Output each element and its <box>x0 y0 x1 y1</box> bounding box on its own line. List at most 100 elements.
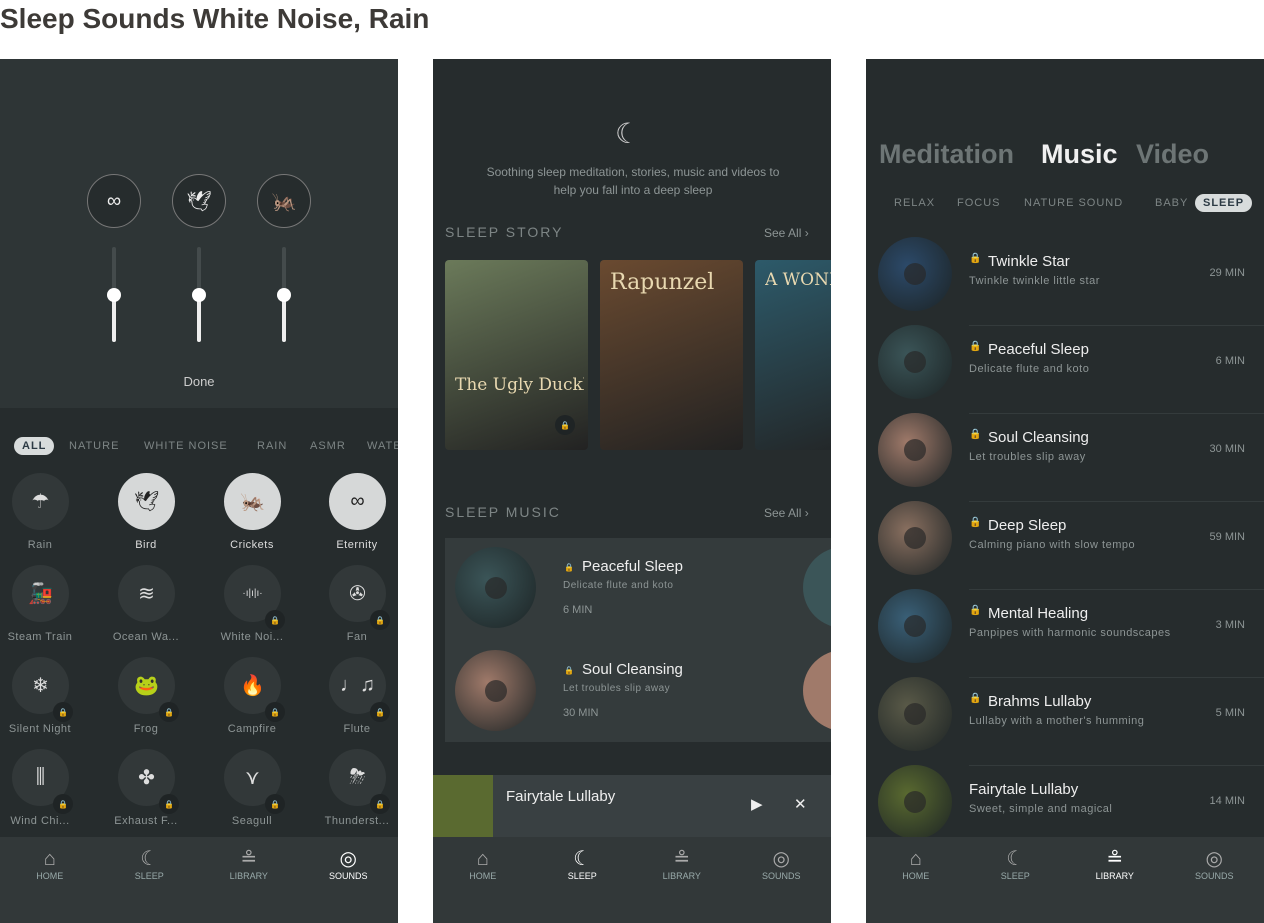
track-title: Twinkle Star <box>988 253 1070 270</box>
nav-sounds[interactable]: ◎ SOUNDS <box>1165 837 1264 923</box>
chip-baby[interactable]: BABY <box>1155 197 1188 209</box>
track-row[interactable]: 🔒 Soul Cleansing Let troubles slip away 30 … <box>866 413 1264 501</box>
track-subtitle: Let troubles slip away <box>563 683 671 694</box>
track-title[interactable]: Peaceful Sleep <box>582 558 683 575</box>
lock-icon: 🔒 <box>969 341 982 352</box>
lock-icon: 🔒 <box>370 610 390 630</box>
chip-white-noise[interactable]: WHITE NOISE <box>144 440 228 452</box>
book-title: A WONDERFUL VOY <box>765 270 831 290</box>
chip-relax[interactable]: RELAX <box>894 197 935 209</box>
track-subtitle: Lullaby with a mother's humming <box>969 715 1145 727</box>
chip-all[interactable]: ALL <box>14 437 55 455</box>
volume-fill <box>282 294 286 342</box>
track-title[interactable]: Soul Cleansing <box>582 661 683 678</box>
chip-asmr[interactable]: ASMR <box>310 440 346 452</box>
nav-sounds[interactable]: ◎ SOUNDS <box>299 837 399 923</box>
nav-library[interactable]: ≗ LIBRARY <box>199 837 299 923</box>
chip-nature-sound[interactable]: NATURE SOUND <box>1024 197 1123 209</box>
nav-sleep[interactable]: ☾ SLEEP <box>966 837 1066 923</box>
nav-label: LIBRARY <box>662 871 701 881</box>
nav-sounds[interactable]: ◎ SOUNDS <box>732 837 832 923</box>
book-title: Rapunzel <box>610 270 715 295</box>
play-button[interactable]: ▶ <box>751 795 763 813</box>
mini-player[interactable]: Fairytale Lullaby ▶ ✕ <box>433 775 831 837</box>
track-subtitle: Panpipes with harmonic soundscapes <box>969 627 1171 639</box>
sleep-music-heading: SLEEP MUSIC <box>445 504 561 520</box>
intro-text: Soothing sleep meditation, stories, musi… <box>486 165 780 197</box>
nav-home[interactable]: ⌂ HOME <box>433 837 533 923</box>
mixer-infinity-icon[interactable]: ∞ <box>87 174 141 228</box>
track-duration: 30 MIN <box>563 707 599 719</box>
nav-home[interactable]: ⌂ HOME <box>866 837 966 923</box>
lock-icon: 🔒 <box>53 702 73 722</box>
sound-train-icon[interactable]: 🚂 <box>12 565 69 622</box>
track-subtitle: Delicate flute and koto <box>563 580 674 591</box>
track-row[interactable]: 🔒 Mental Healing Panpipes with harmonic so… <box>866 589 1264 677</box>
sound-label: Seagull <box>231 815 273 827</box>
sound-bird-icon[interactable]: 🕊 <box>118 473 175 530</box>
now-playing-thumbnail <box>433 775 493 837</box>
divider <box>969 589 1264 590</box>
lock-icon: 🔒 <box>53 794 73 814</box>
story-book[interactable]: Rapunzel <box>600 260 743 450</box>
sounds-screen: ∞ 🕊 🦗 Done ALL NATURE WHITE NOISE RAIN ASMR WAT… <box>0 59 398 923</box>
nav-home[interactable]: ⌂ HOME <box>0 837 100 923</box>
nav-label: HOME <box>902 871 930 881</box>
nav-library[interactable]: ≗ LIBRARY <box>1065 837 1165 923</box>
page-title: Sleep Sounds White Noise, Rain <box>0 3 430 34</box>
nav-label: SLEEP <box>1000 871 1030 881</box>
mixer-bird-icon[interactable]: 🕊 <box>172 174 226 228</box>
done-button[interactable]: Done <box>0 374 398 389</box>
chip-rain[interactable]: RAIN <box>257 440 287 452</box>
sound-cricket-icon[interactable]: 🦗 <box>224 473 281 530</box>
lock-icon: 🔒 <box>370 702 390 722</box>
chip-nature[interactable]: NATURE <box>69 440 119 452</box>
nav-sleep[interactable]: ☾ SLEEP <box>533 837 633 923</box>
divider <box>969 765 1264 766</box>
book-title: The Ugly Duckling <box>455 375 584 395</box>
tab-music[interactable]: Music <box>1041 139 1118 170</box>
bottom-nav: ⌂ HOME ☾ SLEEP ≗ LIBRARY ◎ SOUNDS <box>433 837 831 923</box>
chip-focus[interactable]: FOCUS <box>957 197 1001 209</box>
track-duration: 3 MIN <box>1215 619 1245 631</box>
track-artwork[interactable] <box>455 650 536 731</box>
nav-sleep[interactable]: ☾ SLEEP <box>100 837 200 923</box>
tab-video[interactable]: Video <box>1136 139 1209 170</box>
track-duration: 29 MIN <box>1209 267 1245 279</box>
story-book[interactable]: A WONDERFUL VOY <box>755 260 831 450</box>
track-row[interactable]: 🔒 Deep Sleep Calming piano with slow tempo… <box>866 501 1264 589</box>
sound-label: Rain <box>27 539 53 551</box>
mixer-cricket-icon[interactable]: 🦗 <box>257 174 311 228</box>
sleep-screen: ☾ Soothing sleep meditation, stories, mu… <box>433 59 831 923</box>
lock-icon: 🔒 <box>969 517 982 528</box>
track-row[interactable]: 🔒 Peaceful Sleep Delicate flute and koto 6 … <box>866 325 1264 413</box>
close-button[interactable]: ✕ <box>794 795 807 813</box>
lock-icon: 🔒 <box>564 562 574 572</box>
volume-knob[interactable] <box>107 287 121 302</box>
sound-wave-icon[interactable]: ≋ <box>118 565 175 622</box>
story-book[interactable]: The Ugly Duckling 🔒 <box>445 260 588 450</box>
sound-label: Wind Chi... <box>10 815 70 827</box>
volume-knob[interactable] <box>192 287 206 302</box>
chip-wate[interactable]: WATE <box>367 440 398 452</box>
lock-icon: 🔒 <box>969 605 982 616</box>
volume-knob[interactable] <box>277 287 291 302</box>
nav-library[interactable]: ≗ LIBRARY <box>632 837 732 923</box>
track-artwork <box>878 325 952 399</box>
home-icon: ⌂ <box>43 848 56 870</box>
nav-label: SOUNDS <box>761 871 801 881</box>
track-artwork[interactable] <box>455 547 536 628</box>
track-duration: 6 MIN <box>563 604 593 616</box>
volume-fill <box>197 294 201 342</box>
sound-label: Fan <box>346 631 368 643</box>
track-title: Soul Cleansing <box>988 429 1089 446</box>
track-row[interactable]: 🔒 Twinkle Star Twinkle twinkle little star… <box>866 237 1264 325</box>
see-all-music-link[interactable]: See All › <box>764 506 809 520</box>
chip-sleep[interactable]: SLEEP <box>1195 194 1253 212</box>
sound-rain-cloud-icon[interactable]: ☂ <box>12 473 69 530</box>
sound-infinity-icon[interactable]: ∞ <box>329 473 386 530</box>
tab-meditation[interactable]: Meditation <box>879 139 1014 170</box>
track-row[interactable]: 🔒 Brahms Lullaby Lullaby with a mother's h… <box>866 677 1264 765</box>
see-all-stories-link[interactable]: See All › <box>764 226 809 240</box>
track-artwork <box>878 501 952 575</box>
